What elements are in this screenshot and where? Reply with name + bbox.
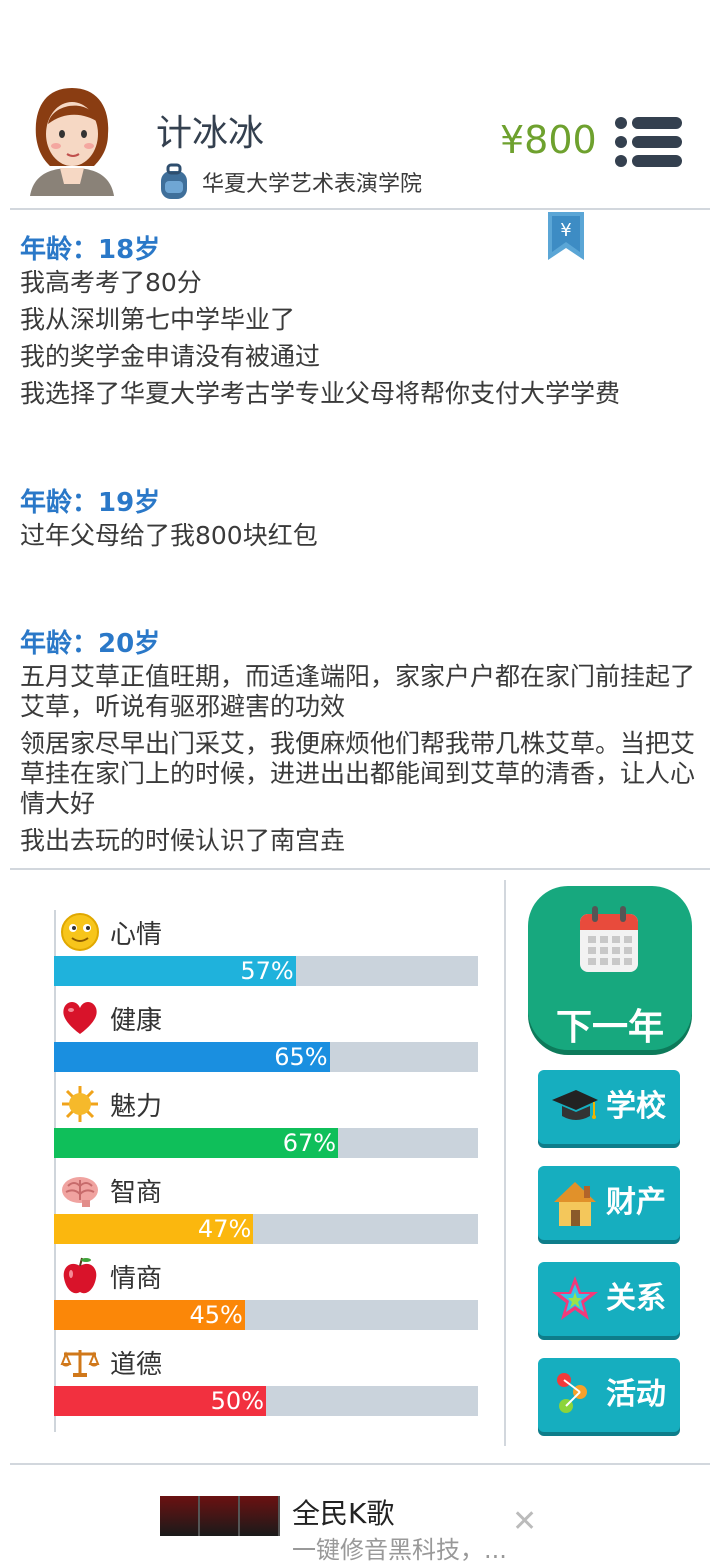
entry-line: 领居家尽早出门采艾，我便麻烦他们帮我带几株艾草。当把艾草挂在家门上的时候，进进出… [20, 729, 696, 818]
stat-mood: 心情 57% [54, 912, 478, 998]
school-info: 华夏大学艺术表演学院 [156, 160, 422, 204]
stat-value: 45% [189, 1301, 243, 1329]
sun-icon [62, 1086, 98, 1122]
entry-age: 年龄：18岁 [20, 235, 161, 265]
life-log[interactable]: ¥ 年龄：18岁 我高考考了80分 我从深圳第七中学毕业了 我的奖学金申请没有被… [0, 212, 720, 858]
stat-bar-fill: 65% [54, 1042, 330, 1072]
next-year-label: 下一年 [555, 1007, 664, 1048]
entry-line: 我选择了华夏大学考古学专业父母将帮你支付大学学费 [20, 379, 621, 408]
stats-panel: 心情 57% 健康 65% 魅力 67% 智商 47% 情商 45% 道德 50… [0, 870, 720, 1450]
heart-icon [63, 1002, 97, 1034]
log-entry-age-20: 年龄：20岁 五月艾草正值旺期，而适逢端阳，家家户户都在家门前挂起了艾草，听说有… [20, 626, 700, 858]
stat-bar-fill: 50% [54, 1386, 266, 1416]
menu-icon[interactable] [612, 116, 684, 168]
stat-label: 道德 [110, 1349, 163, 1380]
stat-value: 50% [210, 1387, 264, 1415]
stat-label: 健康 [110, 1005, 163, 1036]
calendar-icon [580, 906, 638, 972]
relations-button[interactable]: 关系 [538, 1262, 680, 1336]
stat-bar: 65% [54, 1042, 478, 1072]
stat-bar-fill: 45% [54, 1300, 245, 1330]
star-icon [552, 1276, 598, 1320]
apple-icon [63, 1257, 97, 1294]
stat-bar: 47% [54, 1214, 478, 1244]
activities-button[interactable]: 活动 [538, 1358, 680, 1432]
stat-label: 智商 [110, 1177, 163, 1208]
property-button-label: 财产 [606, 1185, 666, 1220]
scales-icon [60, 1350, 100, 1377]
entry-line: 过年父母给了我800块红包 [20, 521, 318, 550]
ad-thumbnail[interactable] [160, 1496, 280, 1536]
stats-actions-divider [504, 880, 506, 1446]
stat-charm: 魅力 67% [54, 1084, 478, 1170]
money-amount: ¥800 [500, 118, 597, 162]
profile-header: 计冰冰 华夏大学艺术表演学院 ¥800 [0, 0, 720, 210]
stat-value: 65% [274, 1043, 328, 1071]
next-year-button[interactable]: 下一年 [528, 886, 692, 1050]
stat-bar: 57% [54, 956, 478, 986]
stat-health: 健康 65% [54, 998, 478, 1084]
stat-bar: 50% [54, 1386, 478, 1416]
activities-icon [557, 1373, 587, 1413]
close-icon[interactable]: ✕ [512, 1504, 537, 1539]
entry-age: 年龄：19岁 [20, 488, 161, 518]
avatar[interactable] [26, 84, 118, 196]
entry-line: 我从深圳第七中学毕业了 [20, 305, 296, 334]
ad-divider [10, 1463, 710, 1465]
stat-bar: 67% [54, 1128, 478, 1158]
stat-value: 67% [282, 1129, 337, 1157]
stat-label: 魅力 [110, 1091, 163, 1122]
entry-line: 我出去玩的时候认识了南宫垚 [20, 826, 346, 855]
stat-bar-fill: 67% [54, 1128, 339, 1158]
activities-button-label: 活动 [606, 1377, 666, 1412]
ad-title[interactable]: 全民K歌 [292, 1492, 394, 1532]
stat-eq: 情商 45% [54, 1256, 478, 1342]
entry-age: 年龄：20岁 [20, 629, 161, 659]
brain-icon [62, 1177, 98, 1207]
school-button-label: 学校 [606, 1089, 666, 1124]
stat-label: 心情 [110, 919, 163, 950]
entry-line: 我高考考了80分 [20, 268, 202, 297]
smiley-icon [61, 913, 99, 951]
stat-value: 57% [240, 957, 294, 985]
log-entry-age-18: 年龄：18岁 我高考考了80分 我从深圳第七中学毕业了 我的奖学金申请没有被通过… [20, 232, 700, 416]
stat-iq: 智商 47% [54, 1170, 478, 1256]
stat-bar-fill: 47% [54, 1214, 254, 1244]
backpack-icon [161, 163, 187, 199]
stat-bar-fill: 57% [54, 956, 296, 986]
property-button[interactable]: 财产 [538, 1166, 680, 1240]
log-entry-age-19: 年龄：19岁 过年父母给了我800块红包 [20, 485, 700, 558]
entry-line: 五月艾草正值旺期，而适逢端阳，家家户户都在家门前挂起了艾草，听说有驱邪避害的功效 [20, 662, 696, 721]
school-button[interactable]: 学校 [538, 1070, 680, 1144]
stat-value: 47% [197, 1215, 252, 1243]
graduation-cap-icon [552, 1090, 598, 1120]
stat-label: 情商 [110, 1263, 163, 1294]
entry-line: 我的奖学金申请没有被通过 [20, 342, 321, 371]
relations-button-label: 关系 [606, 1281, 666, 1316]
player-name: 计冰冰 [156, 113, 265, 154]
school-name: 华夏大学艺术表演学院 [202, 172, 423, 197]
stat-bar: 45% [54, 1300, 478, 1330]
ad-banner[interactable]: 全民K歌 一键修音黑科技，... ✕ [0, 1466, 720, 1564]
house-icon [554, 1182, 596, 1226]
header-divider [10, 208, 710, 210]
stat-morality: 道德 50% [54, 1342, 478, 1428]
